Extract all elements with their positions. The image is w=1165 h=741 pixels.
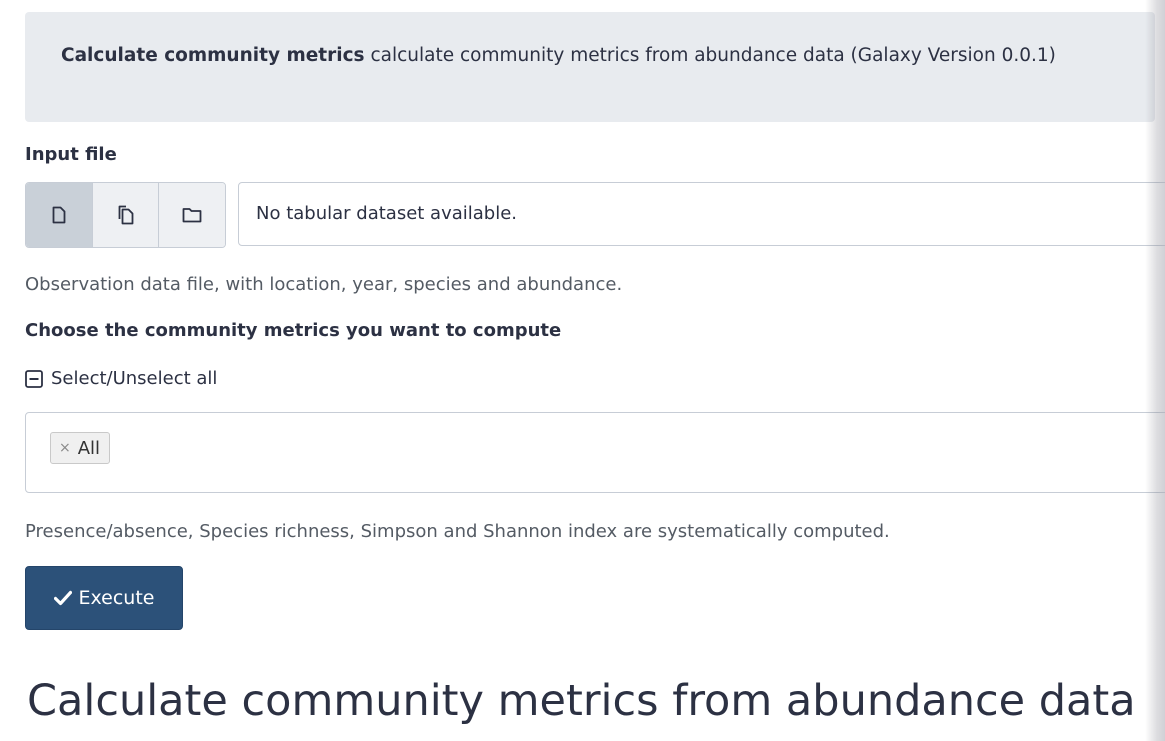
check-icon [53,590,72,606]
multiple-files-icon [118,205,133,225]
panel-edge-shadow [1145,0,1165,741]
single-dataset-button[interactable] [26,183,93,247]
single-file-icon [52,206,66,224]
tool-header-text: Calculate community metrics calculate co… [61,45,1056,66]
tool-form-page: Calculate community metrics calculate co… [0,0,1165,741]
input-file-label: Input file [25,144,117,165]
help-section-title: Calculate community metrics from abundan… [27,676,1136,726]
metrics-help: Presence/absence, Species richness, Simp… [25,521,890,542]
execute-button[interactable]: Execute [25,566,183,630]
input-file-help: Observation data file, with location, ye… [25,274,623,295]
tool-description: calculate community metrics from abundan… [370,45,1056,66]
input-source-button-group [25,182,226,248]
selected-metric-chip: × All [50,432,111,464]
metrics-multiselect[interactable]: × All [25,412,1165,493]
minus-square-icon [25,369,43,388]
multiple-datasets-button[interactable] [92,183,160,247]
dataset-select-value: No tabular dataset available. [256,203,518,224]
tool-header-panel: Calculate community metrics calculate co… [25,12,1155,122]
folder-icon [182,208,202,223]
tool-name: Calculate community metrics [61,45,365,66]
chip-label: All [77,437,101,459]
execute-label: Execute [78,587,155,609]
select-unselect-all-toggle[interactable]: Select/Unselect all [25,368,217,389]
dataset-collection-button[interactable] [159,183,225,247]
dataset-select[interactable]: No tabular dataset available. [238,182,1165,246]
metrics-label: Choose the community metrics you want to… [25,320,562,341]
select-all-label: Select/Unselect all [51,368,218,389]
chip-remove-icon[interactable]: × [59,440,71,456]
